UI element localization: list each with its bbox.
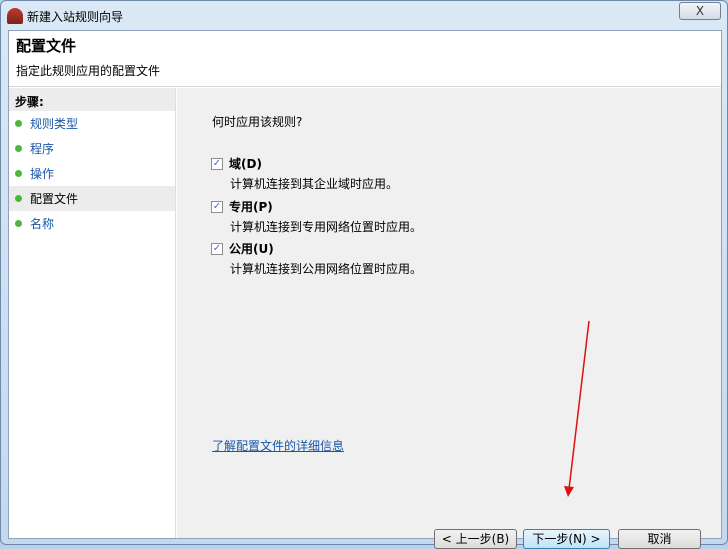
wizard-window: 新建入站规则向导 X 配置文件 指定此规则应用的配置文件 步骤: 规则类型 程序… <box>0 0 728 549</box>
annotation-arrow <box>564 320 590 497</box>
